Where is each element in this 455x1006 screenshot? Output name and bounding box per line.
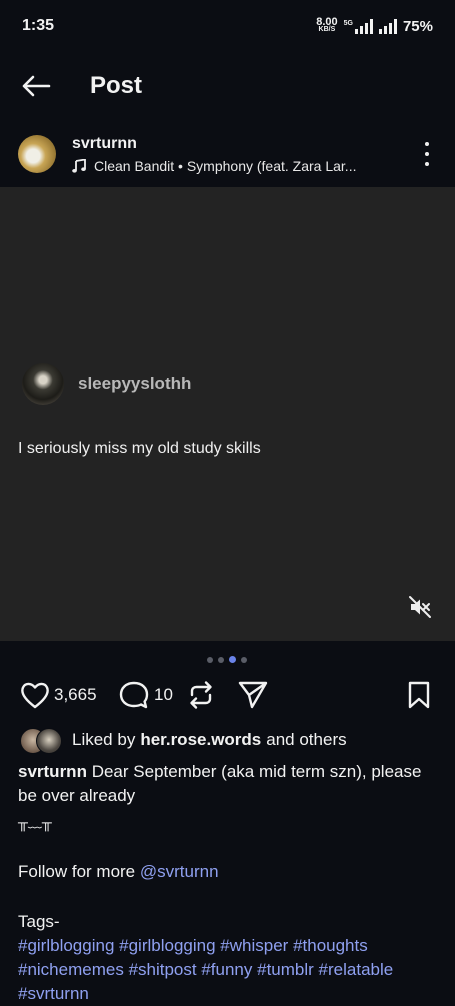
liked-by-row[interactable]: Liked by her.rose.words and others <box>20 728 347 754</box>
carousel-dot <box>241 656 247 663</box>
battery-level: 75% <box>402 17 433 35</box>
hashtag-link[interactable]: #shitpost <box>129 960 197 979</box>
post-media[interactable]: sleepyyslothh I seriously miss my old st… <box>0 187 455 641</box>
page-title: Post <box>90 72 143 99</box>
caption-kaomoji: ╥﹏╥ <box>18 814 52 830</box>
caption-text-line: svrturnn Dear September (aka mid term sz… <box>18 760 438 808</box>
network-type: 5G <box>343 19 353 27</box>
signal-icon-2 <box>378 18 397 34</box>
hashtag-link[interactable]: #svrturnn <box>18 984 89 1003</box>
hashtag-link[interactable]: #girlblogging <box>119 936 215 955</box>
liked-by-suffix: and others <box>266 730 347 749</box>
hashtag-link[interactable]: #nichememes <box>18 960 124 979</box>
bookmark-icon <box>408 681 430 709</box>
mute-button[interactable] <box>408 595 432 619</box>
author-name[interactable]: svrturnn <box>72 135 394 153</box>
embedded-post-text: I seriously miss my old study skills <box>18 440 261 457</box>
share-icon <box>238 681 268 709</box>
comment-icon <box>119 681 149 709</box>
follow-mention-link[interactable]: @svrturnn <box>140 862 219 881</box>
caption: svrturnn Dear September (aka mid term sz… <box>18 760 438 1006</box>
tags-label: Tags- <box>18 912 60 931</box>
arrow-left-icon <box>22 75 51 97</box>
carousel-dot <box>218 656 224 663</box>
hashtag-link[interactable]: #relatable <box>319 960 394 979</box>
tags-list: #girlblogging #girlblogging #whisper #th… <box>18 934 438 1006</box>
follow-line: Follow for more @svrturnn <box>18 860 438 884</box>
author-block: svrturnn Clean Bandit • Symphony (feat. … <box>72 135 394 174</box>
carousel-dot <box>207 656 213 663</box>
caption-author[interactable]: svrturnn <box>18 762 87 781</box>
network-speed: 8.00 KB/S <box>316 16 338 34</box>
music-line[interactable]: Clean Bandit • Symphony (feat. Zara Lar.… <box>72 158 394 174</box>
carousel-dot-active <box>229 656 236 663</box>
hashtag-link[interactable]: #whisper <box>220 936 288 955</box>
post-header: svrturnn Clean Bandit • Symphony (feat. … <box>0 128 455 180</box>
liked-by-prefix: Liked by <box>72 730 136 749</box>
music-note-icon <box>72 158 86 173</box>
heart-icon <box>21 682 49 709</box>
network-speed-unit: KB/S <box>318 26 336 33</box>
hashtag-link[interactable]: #funny <box>201 960 252 979</box>
hashtag-link[interactable]: #tumblr <box>257 960 314 979</box>
app-header: Post <box>0 58 455 114</box>
carousel-dots <box>207 656 247 663</box>
more-vertical-icon <box>425 142 429 146</box>
signal-icon <box>354 18 373 34</box>
status-bar: 1:35 8.00 KB/S 5G 75% <box>0 0 455 52</box>
like-count: 3,665 <box>54 685 97 704</box>
embedded-avatar <box>22 363 64 405</box>
author-avatar[interactable] <box>18 135 56 173</box>
comment-button[interactable]: 10 <box>118 676 173 714</box>
embedded-username: sleepyyslothh <box>78 374 192 393</box>
hashtag-link[interactable]: #girlblogging <box>18 936 114 955</box>
comment-count: 10 <box>154 685 173 704</box>
back-button[interactable] <box>18 68 54 104</box>
avatar <box>36 728 62 754</box>
status-time: 1:35 <box>22 17 55 34</box>
more-options-button[interactable] <box>419 142 435 166</box>
follow-prefix: Follow for more <box>18 862 136 881</box>
music-track: Clean Bandit • Symphony (feat. Zara Lar.… <box>94 157 357 174</box>
embedded-user: sleepyyslothh <box>22 363 191 405</box>
action-bar: 3,665 10 <box>0 676 455 716</box>
like-button[interactable]: 3,665 <box>20 676 97 714</box>
volume-off-icon <box>409 596 431 618</box>
share-button[interactable] <box>237 676 269 714</box>
repost-button[interactable] <box>186 676 216 714</box>
network-speed-value: 8.00 <box>316 16 338 28</box>
status-icons: 8.00 KB/S 5G 75% <box>316 16 433 35</box>
liked-by-user[interactable]: her.rose.words <box>140 730 261 750</box>
liker-avatars <box>20 728 64 754</box>
bookmark-button[interactable] <box>405 676 433 714</box>
hashtag-link[interactable]: #thoughts <box>293 936 368 955</box>
repost-icon <box>190 681 212 709</box>
